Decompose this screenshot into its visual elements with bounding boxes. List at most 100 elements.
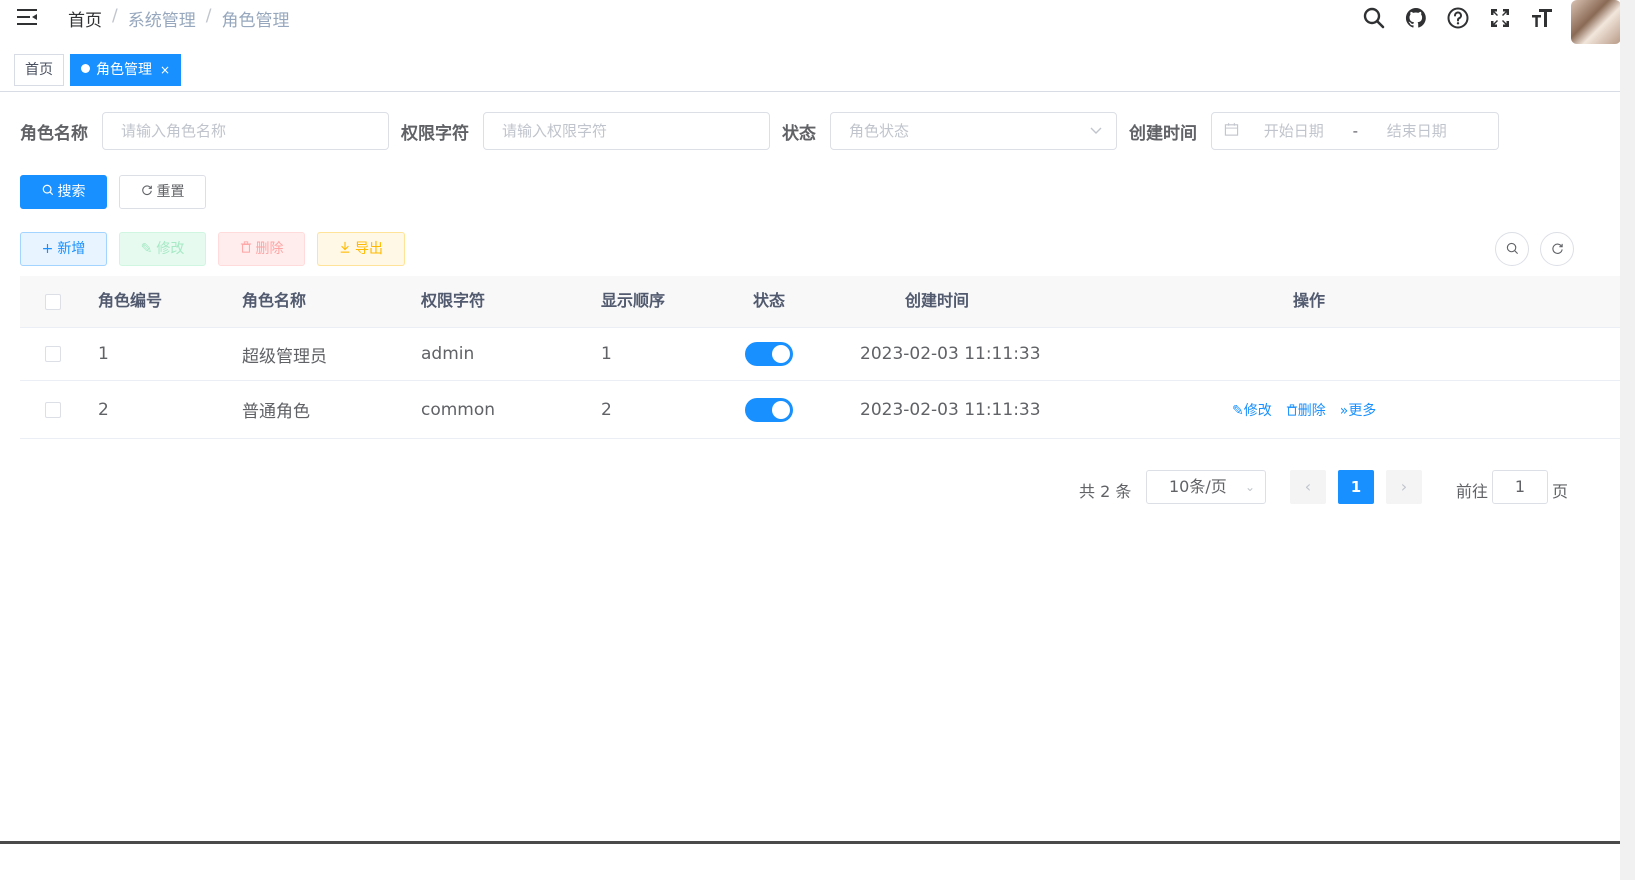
tag-role-management[interactable]: 角色管理 ×: [70, 54, 182, 86]
role-name-input[interactable]: 请输入角色名称: [102, 112, 389, 150]
role-sort: 1: [601, 344, 612, 364]
plus-icon: +: [41, 241, 54, 257]
reset-button-label: 重置: [156, 184, 185, 200]
select-all-checkbox[interactable]: [45, 294, 61, 310]
end-date: 结束日期: [1386, 122, 1447, 140]
row-edit-link[interactable]: ✎修改: [1232, 400, 1272, 420]
edit-icon: ✎: [1232, 402, 1244, 419]
tag-home[interactable]: 首页: [14, 54, 64, 86]
breadcrumb-role: 角色管理: [221, 11, 290, 31]
row-delete-label: 删除: [1297, 402, 1326, 419]
search-form: 角色名称 请输入角色名称 权限字符 请输入权限字符 状态 角色状态 创建时间 开…: [20, 112, 1499, 150]
date-range-picker[interactable]: 开始日期 - 结束日期: [1211, 112, 1499, 150]
export-button[interactable]: 导出: [317, 232, 405, 266]
status-select[interactable]: 角色状态: [830, 112, 1117, 150]
avatar[interactable]: [1571, 0, 1621, 44]
breadcrumb: 首页 / 系统管理 / 角色管理: [68, 6, 289, 31]
search-button[interactable]: 搜索: [20, 175, 107, 209]
next-page-button[interactable]: ›: [1386, 470, 1422, 504]
row-select-cell: [45, 381, 61, 438]
created-time: 2023-02-03 11:11:33: [860, 344, 1041, 364]
tags-view: 首页 角色管理 ×: [0, 50, 1635, 92]
vertical-scrollbar[interactable]: [1620, 0, 1635, 880]
column-header[interactable]: 显示顺序: [601, 276, 665, 328]
column-header[interactable]: 创建时间: [905, 276, 969, 328]
page-unit-label: 页: [1552, 482, 1569, 501]
prev-page-button[interactable]: ‹: [1290, 470, 1326, 504]
delete-button-label: 删除: [255, 241, 284, 257]
row-select-cell: [45, 328, 61, 380]
right-menu: ▼: [1353, 0, 1635, 50]
start-date: 开始日期: [1263, 122, 1324, 140]
actions-cell: ✎修改 删除 »更多: [1232, 381, 1390, 438]
calendar-icon: [1224, 114, 1239, 150]
bottom-divider: [0, 841, 1620, 844]
reset-button[interactable]: 重置: [119, 175, 206, 209]
role-id: 1: [98, 344, 109, 364]
breadcrumb-separator: /: [205, 6, 212, 26]
goto-label: 前往: [1456, 482, 1489, 501]
add-button-label: 新增: [57, 241, 86, 257]
row-edit-label: 修改: [1243, 402, 1272, 419]
page-size-select[interactable]: 10条/页 ⌄: [1146, 470, 1266, 504]
row-more-link[interactable]: »更多: [1340, 400, 1377, 420]
active-dot-icon: [81, 64, 90, 73]
role-name-label: 角色名称: [20, 123, 88, 144]
breadcrumb-separator: /: [112, 6, 118, 26]
role-name: 普通角色: [242, 402, 310, 422]
goto-page-input[interactable]: 1: [1492, 470, 1548, 504]
column-header[interactable]: 权限字符: [421, 276, 485, 328]
toggle-search-button[interactable]: [1495, 232, 1529, 266]
refresh-button[interactable]: [1540, 232, 1574, 266]
question-icon[interactable]: [1437, 0, 1479, 36]
chevron-down-icon: ⌄: [1244, 480, 1255, 494]
column-header[interactable]: 角色名称: [242, 276, 306, 328]
role-sort: 2: [601, 399, 612, 420]
fullscreen-icon[interactable]: [1479, 0, 1521, 36]
search-icon[interactable]: [1353, 0, 1395, 36]
role-key: common: [421, 399, 496, 420]
column-header[interactable]: 操作: [1293, 276, 1325, 328]
font-size-icon[interactable]: [1521, 0, 1563, 36]
delete-button[interactable]: 删除: [218, 232, 305, 266]
search-icon: [42, 176, 54, 208]
close-icon[interactable]: ×: [160, 63, 170, 77]
table-row: 2 普通角色 common 2 2023-02-03 11:11:33 ✎修改 …: [20, 381, 1635, 439]
breadcrumb-home[interactable]: 首页: [68, 6, 102, 31]
github-icon[interactable]: [1395, 0, 1437, 36]
status-switch[interactable]: [745, 397, 793, 422]
trash-icon: [240, 233, 252, 265]
row-checkbox[interactable]: [45, 401, 61, 418]
row-checkbox[interactable]: [45, 346, 61, 362]
tag-home-label: 首页: [25, 62, 53, 78]
column-header[interactable]: 角色编号: [98, 276, 162, 328]
page-number[interactable]: 1: [1338, 470, 1374, 504]
role-table: 角色编号 角色名称 权限字符 显示顺序 状态 创建时间 操作 1 超级管理员 a…: [20, 276, 1635, 439]
perm-input[interactable]: 请输入权限字符: [483, 112, 770, 150]
edit-button[interactable]: ✎ 修改: [119, 232, 206, 266]
tag-active-label: 角色管理: [96, 62, 152, 78]
hamburger-menu-icon[interactable]: [16, 6, 38, 28]
edit-icon: ✎: [140, 241, 153, 257]
breadcrumb-system: 系统管理: [127, 11, 196, 31]
role-name: 超级管理员: [242, 346, 327, 367]
trash-icon: [1286, 403, 1298, 419]
row-delete-link[interactable]: 删除: [1286, 400, 1326, 420]
range-separator: -: [1352, 122, 1358, 140]
export-button-label: 导出: [355, 241, 383, 257]
status-switch[interactable]: [745, 342, 793, 366]
refresh-icon: [141, 176, 153, 208]
search-icon: [1506, 240, 1519, 259]
status-label: 状态: [782, 123, 816, 144]
page-size-value: 10条/页: [1169, 477, 1227, 496]
column-header[interactable]: 状态: [753, 276, 785, 328]
status-cell: [745, 328, 793, 380]
download-icon: [339, 233, 351, 265]
select-all-cell: [45, 276, 61, 328]
table-header: 角色编号 角色名称 权限字符 显示顺序 状态 创建时间 操作: [20, 276, 1635, 328]
role-id: 2: [98, 399, 109, 420]
search-button-label: 搜索: [57, 184, 86, 200]
role-key: admin: [421, 344, 475, 364]
pagination: 共 2 条 10条/页 ⌄ ‹ 1 › 前往 1 页: [0, 470, 1635, 506]
add-button[interactable]: + 新增: [20, 232, 107, 266]
